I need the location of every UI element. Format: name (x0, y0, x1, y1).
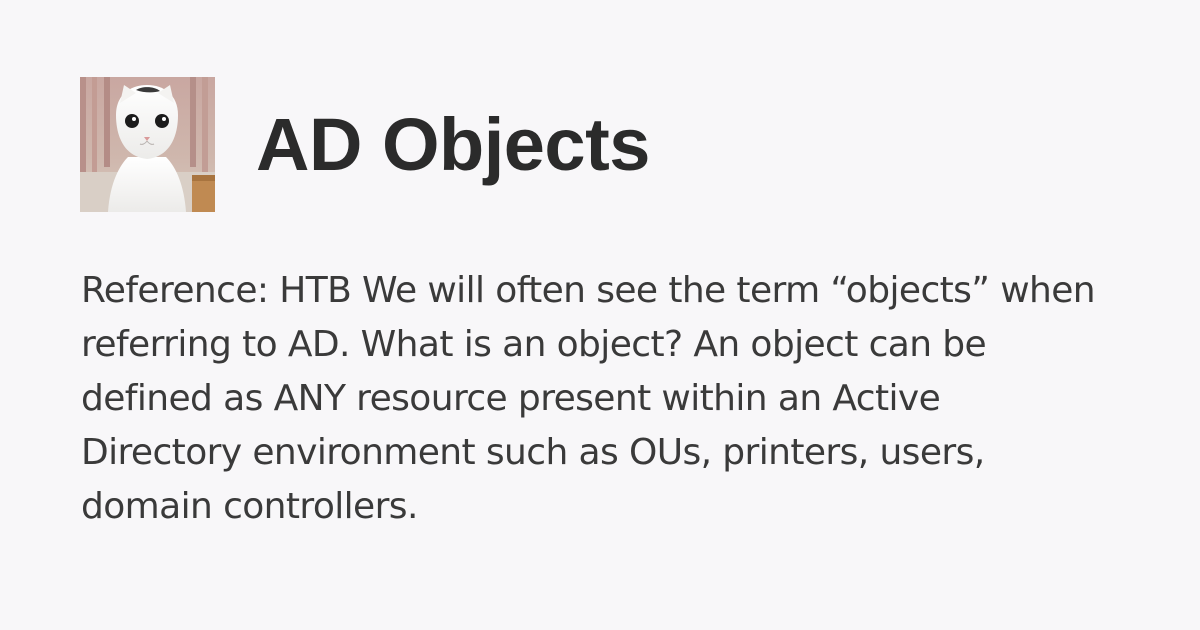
page-description: Reference: HTB We will often see the ter… (81, 270, 1096, 527)
page-title: AD Objects (256, 103, 650, 186)
avatar (80, 77, 215, 212)
cat-photo-icon (80, 77, 215, 212)
